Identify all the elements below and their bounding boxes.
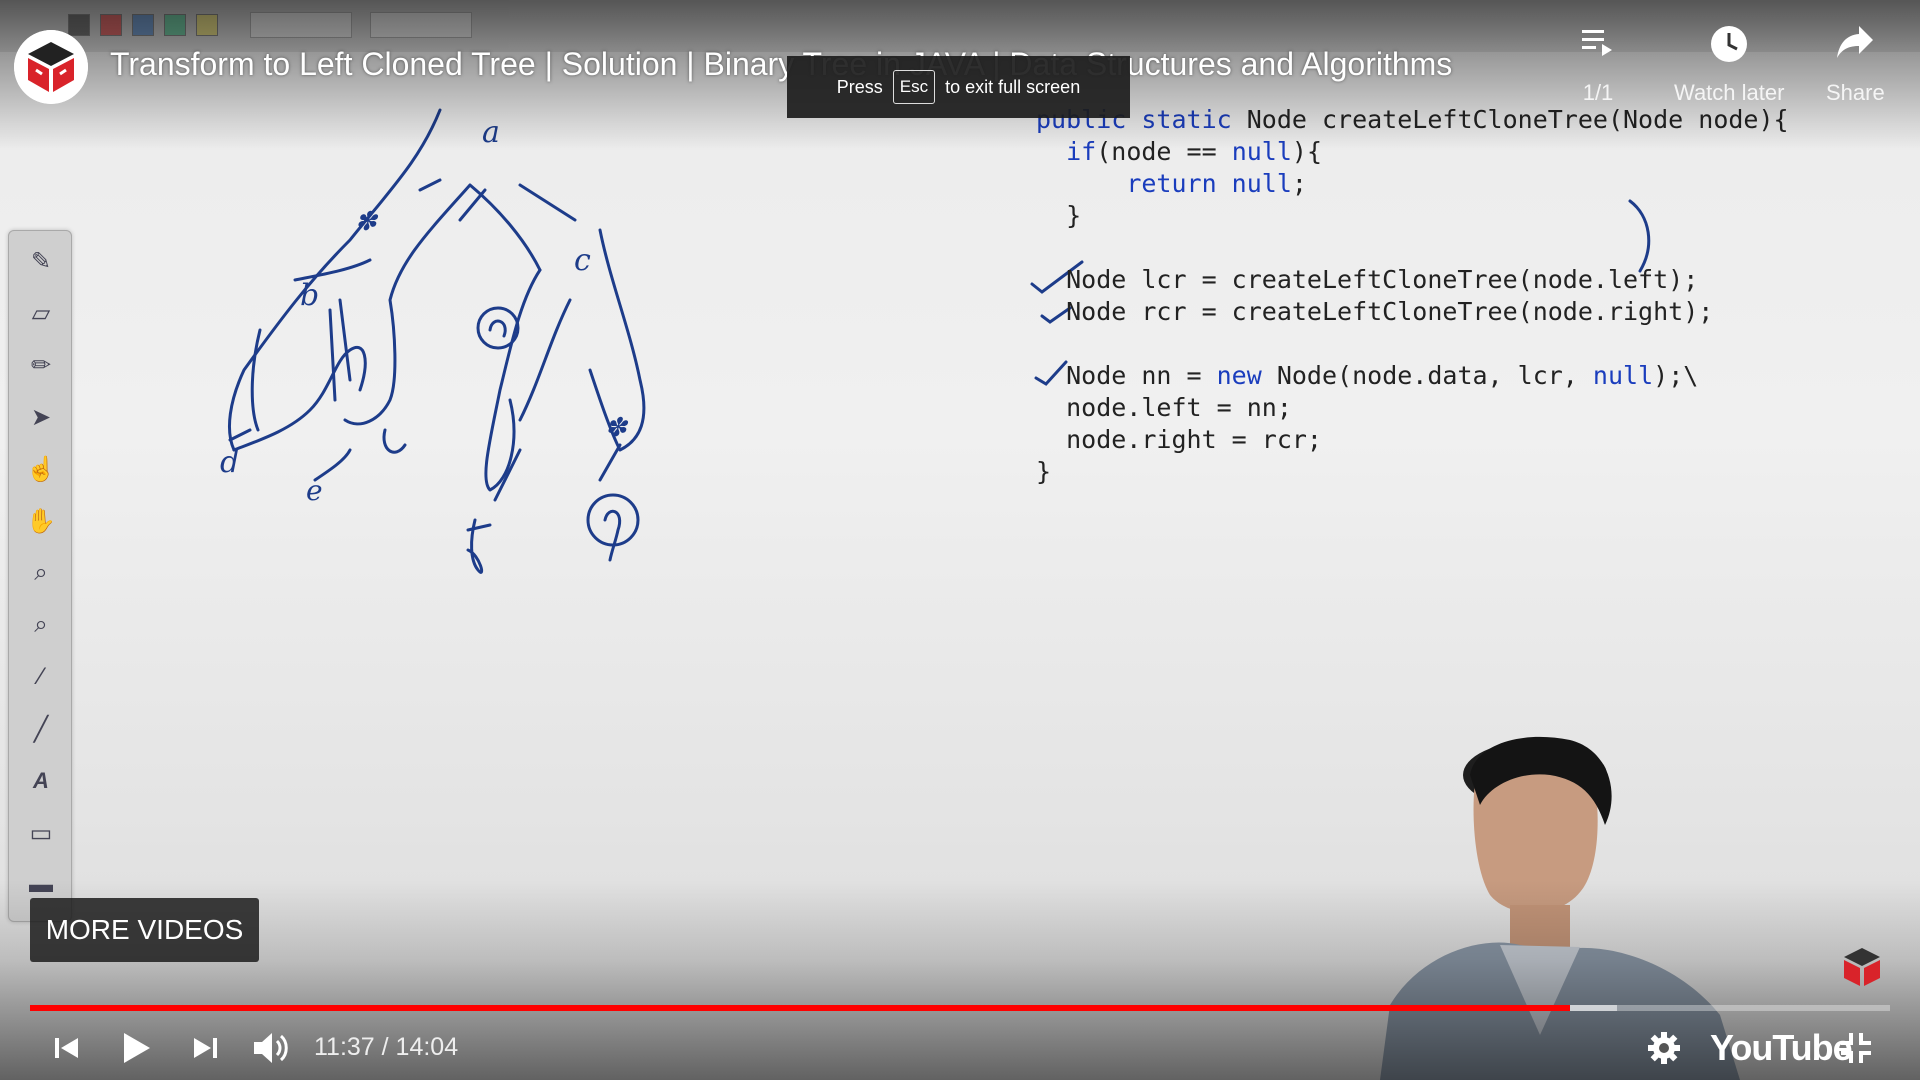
more-videos-button[interactable]: MORE VIDEOS [30,898,259,962]
skip-previous-icon [55,1038,78,1058]
code-line: } [1036,456,1789,488]
code-token: ; [1291,169,1307,198]
code-token: } [1036,457,1052,486]
code-line: Node rcr = createLeftCloneTree(node.righ… [1036,296,1789,328]
share-arrow-icon [1837,26,1874,58]
code-token: new [1216,361,1262,390]
pipette-icon: ⁄ [38,663,43,690]
svg-text:d: d [220,445,239,480]
channel-watermark-icon[interactable] [1840,944,1884,988]
playlist-icon [1582,30,1612,56]
skip-next-icon [194,1038,217,1058]
share-button[interactable]: Share [1826,24,1885,106]
code-line: Node lcr = createLeftCloneTree(node.left… [1036,264,1789,296]
play-icon [124,1033,150,1063]
svg-text:b: b [300,278,319,313]
playlist-counter: 1/1 [1582,80,1614,105]
pointer-icon: ➤ [30,403,52,431]
progress-bar[interactable] [30,1005,1890,1011]
video-title[interactable]: Transform to Left Cloned Tree | Solution… [110,46,1452,83]
pan-hand-icon: ✋ [26,507,56,535]
playlist-button[interactable]: 1/1 [1580,24,1616,106]
whiteboard-tool-palette: ✎ ▱ ✏ ➤ ☝ ✋ ⌕ ⌕ ⁄ ╱ A ▭ ▬ [8,230,72,922]
svg-text:e: e [306,474,323,507]
exit-fullscreen-icon [1841,1033,1871,1063]
code-line: return null; [1036,168,1789,200]
pen-icon: ✎ [30,247,52,275]
code-token: );\ [1653,361,1699,390]
code-token: Node rcr = createLeftCloneTree(node.righ… [1036,297,1714,326]
code-token: return null [1126,169,1292,198]
svg-text:✽: ✽ [605,413,629,443]
code-token: node.right = rcr; [1036,425,1322,454]
code-block: public static Node createLeftCloneTree(N… [1036,104,1789,488]
line-tool-icon: ╱ [33,715,49,743]
code-line: Node nn = new Node(node.data, lcr, null)… [1036,360,1789,392]
tree-sketch: a c b d e ✽ ✽ [220,108,646,574]
fullscreen-hint-prefix: Press [836,76,883,97]
esc-key: Esc [892,70,936,104]
volume-icon [254,1033,288,1063]
youtube-logo[interactable]: YouTube [1710,1027,1853,1069]
play-button[interactable] [114,1028,158,1068]
time-display: 11:37 / 14:04 [314,1033,459,1061]
watch-later-button[interactable]: Watch later [1674,24,1784,106]
fullscreen-hint: Press Esc to exit full screen [787,56,1130,118]
code-token: } [1036,201,1082,230]
zoom-in-icon: ⌕ [34,559,48,586]
code-line: node.left = nn; [1036,392,1789,424]
code-line: node.right = rcr; [1036,424,1789,456]
code-token: Node nn = [1036,361,1217,390]
eraser-icon: ▱ [31,299,51,327]
screen-icon: ▭ [29,819,53,847]
channel-avatar[interactable] [14,30,88,104]
code-line: } [1036,200,1789,232]
settings-button[interactable] [1644,1028,1684,1068]
clock-icon [1711,26,1748,62]
progress-played [30,1005,1570,1011]
previous-button[interactable] [46,1028,86,1068]
highlighter-icon: ✏ [30,351,52,379]
watch-later-label: Watch later [1674,80,1785,105]
text-tool-icon: A [33,768,49,793]
fullscreen-hint-suffix: to exit full screen [945,76,1081,97]
exit-fullscreen-button[interactable] [1836,1028,1876,1068]
gear-icon [1648,1032,1680,1064]
share-label: Share [1826,80,1885,105]
code-token: Node lcr = createLeftCloneTree(node.left… [1036,265,1699,294]
svg-text:c: c [574,243,591,278]
channel-logo-icon [14,30,88,104]
hand-pointer-icon: ☝ [26,455,56,483]
next-button[interactable] [186,1028,226,1068]
zoom-out-icon: ⌕ [34,611,48,638]
volume-button[interactable] [250,1028,294,1068]
code-token: null [1592,361,1654,390]
svg-text:✽: ✽ [355,207,379,237]
code-token: node.left = nn; [1036,393,1292,422]
code-token: Node(node.data, lcr, [1261,361,1593,390]
